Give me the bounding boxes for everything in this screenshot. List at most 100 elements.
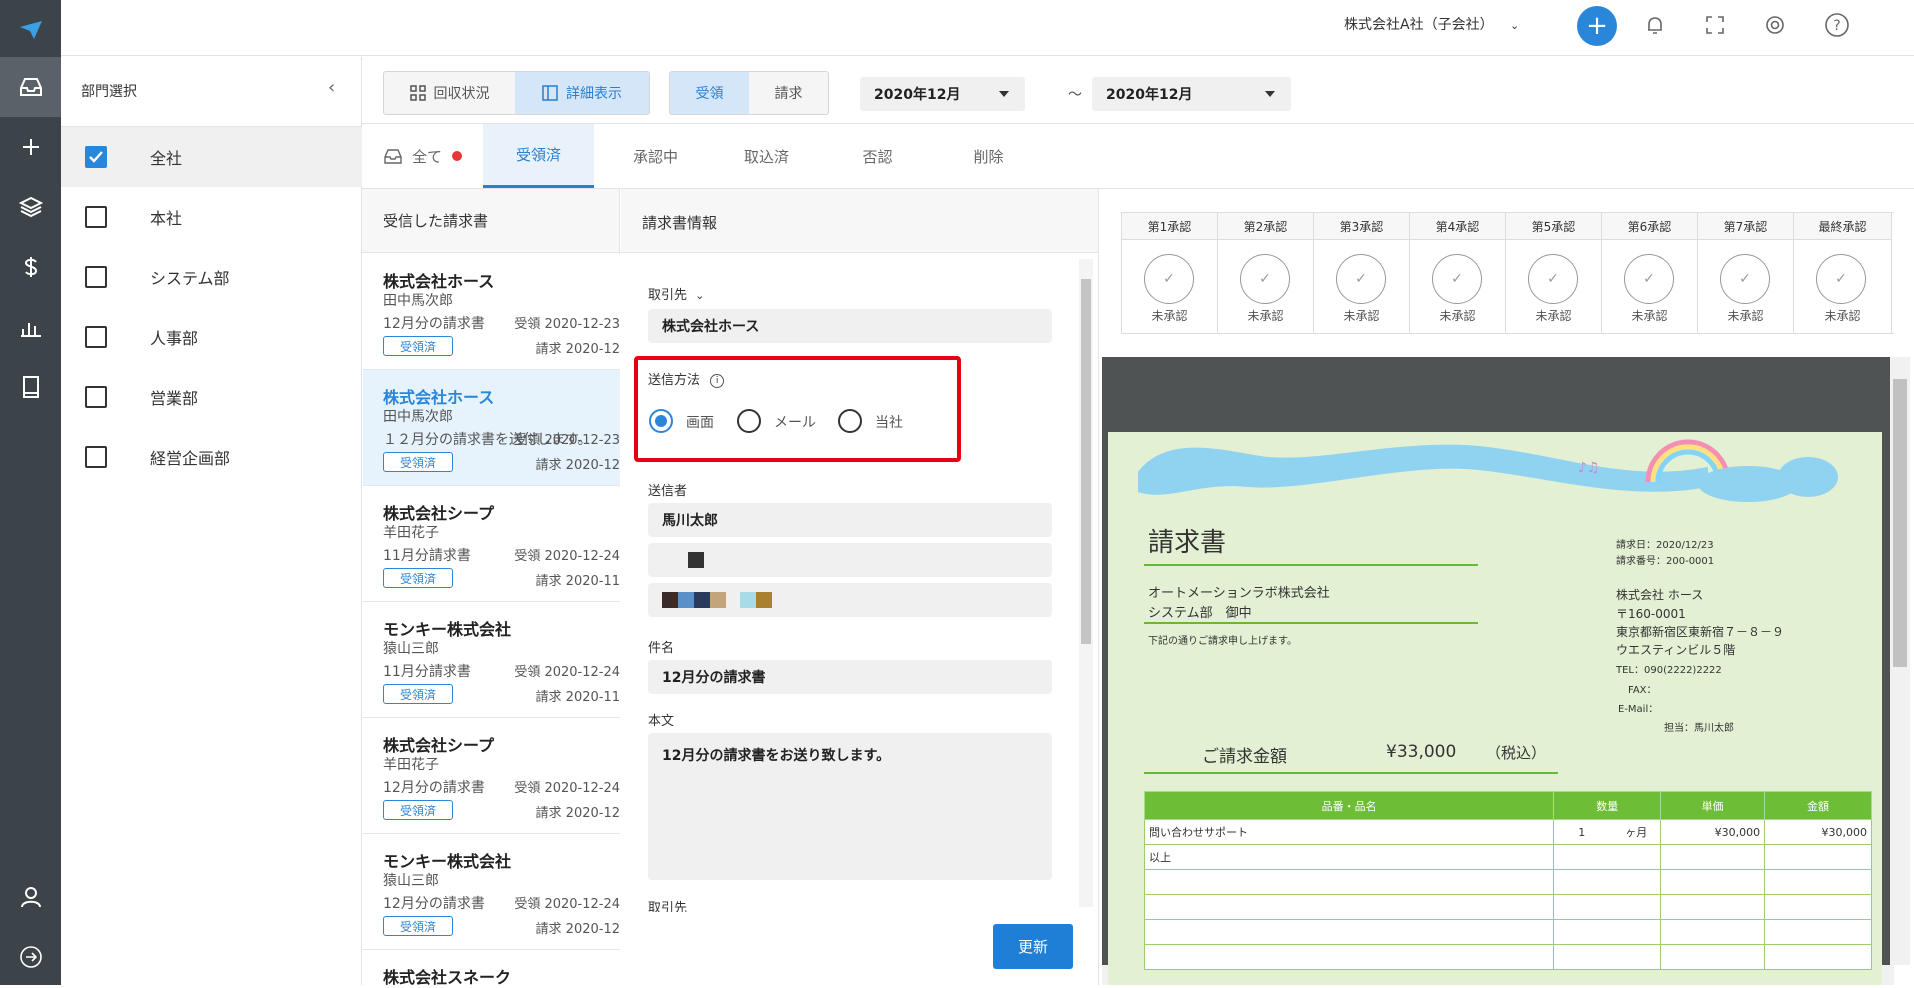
item-total [1764, 844, 1872, 870]
list-item[interactable]: 株式会社ホース 田中馬次郎 12月分の請求書 受領 2020-12-23 受領済… [363, 254, 620, 370]
chevron-down-icon: ⌄ [1510, 19, 1520, 32]
item-price [1660, 844, 1766, 870]
bell-icon[interactable] [1644, 14, 1666, 40]
checkbox-checked[interactable] [85, 146, 107, 168]
dept-item[interactable]: 本社 [61, 187, 362, 247]
date-from-select[interactable]: 2020年12月 [860, 77, 1025, 111]
date-to-select[interactable]: 2020年12月 [1092, 77, 1291, 111]
list-item[interactable]: 株式会社シープ 羊田花子 11月分請求書 受領 2020-12-24 受領済 請… [363, 486, 620, 602]
app-logo[interactable] [0, 0, 61, 60]
doc-from-addr: 東京都新宿区東新宿７－８－９ [1616, 625, 1785, 639]
collapse-chevron-icon[interactable]: ‹ [328, 77, 335, 98]
billing-nav[interactable] [0, 237, 61, 297]
layers-nav[interactable] [0, 177, 61, 237]
approval-step[interactable]: ✓ 未承認 [1698, 240, 1794, 333]
view-toggle: 回収状況 詳細表示 [383, 71, 650, 115]
user-nav[interactable] [0, 867, 61, 927]
dept-item[interactable]: システム部 [61, 247, 362, 307]
radio-screen[interactable] [649, 409, 673, 433]
table-row: 問い合わせサポート 1 ヶ月 ¥30,000 ¥30,000 [1143, 819, 1872, 845]
support-icon[interactable] [1764, 14, 1786, 40]
radio-email-label: メール [774, 415, 816, 431]
col-header: 金額 [1764, 791, 1872, 820]
logout-nav[interactable] [0, 927, 61, 987]
radio-email[interactable] [737, 409, 761, 433]
approval-step-header: 第4承認 [1410, 213, 1506, 240]
dept-label: 経営企画部 [150, 449, 231, 468]
form-scrollbar[interactable] [1079, 259, 1093, 907]
grid-icon [409, 85, 426, 101]
doc-to-dept: システム部 御中 [1148, 606, 1252, 621]
update-button[interactable]: 更新 [993, 924, 1073, 969]
book-nav[interactable] [0, 357, 61, 417]
help-icon[interactable]: ? [1824, 12, 1850, 42]
company-selector[interactable]: 株式会社A社（子会社） ⌄ [1344, 14, 1519, 34]
dept-item[interactable]: 経営企画部 [61, 427, 362, 487]
checkbox[interactable] [85, 326, 107, 348]
tab-rejected[interactable]: 否認 [822, 124, 933, 188]
approval-step[interactable]: ✓ 未承認 [1122, 240, 1218, 333]
fullscreen-icon[interactable] [1704, 14, 1726, 40]
dept-item[interactable]: 営業部 [61, 367, 362, 427]
info-icon: i [710, 373, 725, 388]
tab-all[interactable]: 全て [363, 124, 483, 188]
dept-item[interactable]: 人事部 [61, 307, 362, 367]
list-item-company: 株式会社スネーク [383, 968, 512, 987]
approval-step[interactable]: ✓ 未承認 [1506, 240, 1602, 333]
item-price: ¥30,000 [1660, 819, 1766, 845]
sender-field[interactable]: 馬川太郎 [648, 503, 1052, 537]
list-item-received: 受領 2020-12-24 [514, 665, 620, 680]
add-nav[interactable] [0, 117, 61, 177]
tab-approving[interactable]: 承認中 [600, 124, 711, 188]
wave-decoration: ♪♫ [1138, 439, 1838, 502]
list-item[interactable]: モンキー株式会社 猿山三郎 12月分の請求書 受領 2020-12-24 受領済… [363, 834, 620, 950]
list-item[interactable]: モンキー株式会社 猿山三郎 11月分請求書 受領 2020-12-24 受領済 … [363, 602, 620, 718]
approval-step[interactable]: ✓ 未承認 [1602, 240, 1698, 333]
checkbox[interactable] [85, 266, 107, 288]
tab-deleted[interactable]: 削除 [933, 124, 1044, 188]
view-status-button[interactable]: 回収状況 [384, 72, 515, 114]
inbox-icon [19, 78, 42, 96]
company-name: 株式会社A社（子会社） [1344, 17, 1494, 33]
checkbox[interactable] [85, 206, 107, 228]
inbox-nav[interactable] [0, 57, 61, 117]
checkbox[interactable] [85, 446, 107, 468]
sender-email-field[interactable] [648, 543, 1052, 577]
sender-extra-field[interactable] [648, 583, 1052, 617]
list-item-selected[interactable]: 株式会社ホース 田中馬次郎 １２月分の請求書を送付します。 受領 2020-12… [363, 370, 620, 486]
redacted-block [756, 592, 772, 608]
partner-field[interactable]: 株式会社ホース [648, 309, 1052, 343]
radio-company[interactable] [838, 409, 862, 433]
partner-label[interactable]: 取引先 ⌄ [648, 284, 704, 303]
date-separator: ～ [1068, 87, 1082, 103]
plus-icon: + [1586, 11, 1608, 41]
view-detail-button[interactable]: 詳細表示 [515, 72, 649, 114]
item-qty: 1 ヶ月 [1553, 819, 1662, 845]
bill-button[interactable]: 請求 [749, 72, 828, 114]
approval-step[interactable]: ✓ 未承認 [1794, 240, 1892, 333]
table-row: 以上 [1143, 844, 1872, 870]
viewer-scrollbar-v[interactable] [1890, 357, 1910, 965]
list-item[interactable]: 株式会社スネーク [363, 950, 620, 987]
approval-step[interactable]: ✓ 未承認 [1314, 240, 1410, 333]
approval-step[interactable]: ✓ 未承認 [1218, 240, 1314, 333]
inbox-icon [384, 149, 402, 164]
list-item-received: 受領 2020-12-24 [514, 549, 620, 564]
tab-received[interactable]: 受領済 [483, 124, 594, 188]
list-item-billed: 請求 2020-12 [535, 458, 620, 473]
reports-nav[interactable] [0, 297, 61, 357]
list-item[interactable]: 株式会社シープ 羊田花子 12月分の請求書 受領 2020-12-24 受領済 … [363, 718, 620, 834]
checkbox[interactable] [85, 386, 107, 408]
subject-field[interactable]: 12月分の請求書 [648, 660, 1052, 694]
approval-step[interactable]: ✓ 未承認 [1410, 240, 1506, 333]
receive-button[interactable]: 受領 [670, 72, 749, 114]
doc-from-zip: 〒160-0001 [1616, 607, 1686, 621]
add-button[interactable]: + [1577, 6, 1617, 46]
check-icon: ✓ [1624, 254, 1674, 304]
body-textarea[interactable]: 12月分の請求書をお送り致します。 [648, 733, 1052, 880]
doc-amount: ¥33,000 [1386, 742, 1457, 762]
caret-down-icon [999, 91, 1009, 97]
dept-label: 全社 [150, 149, 183, 168]
dept-item[interactable]: 全社 [61, 127, 362, 187]
tab-imported[interactable]: 取込済 [711, 124, 822, 188]
